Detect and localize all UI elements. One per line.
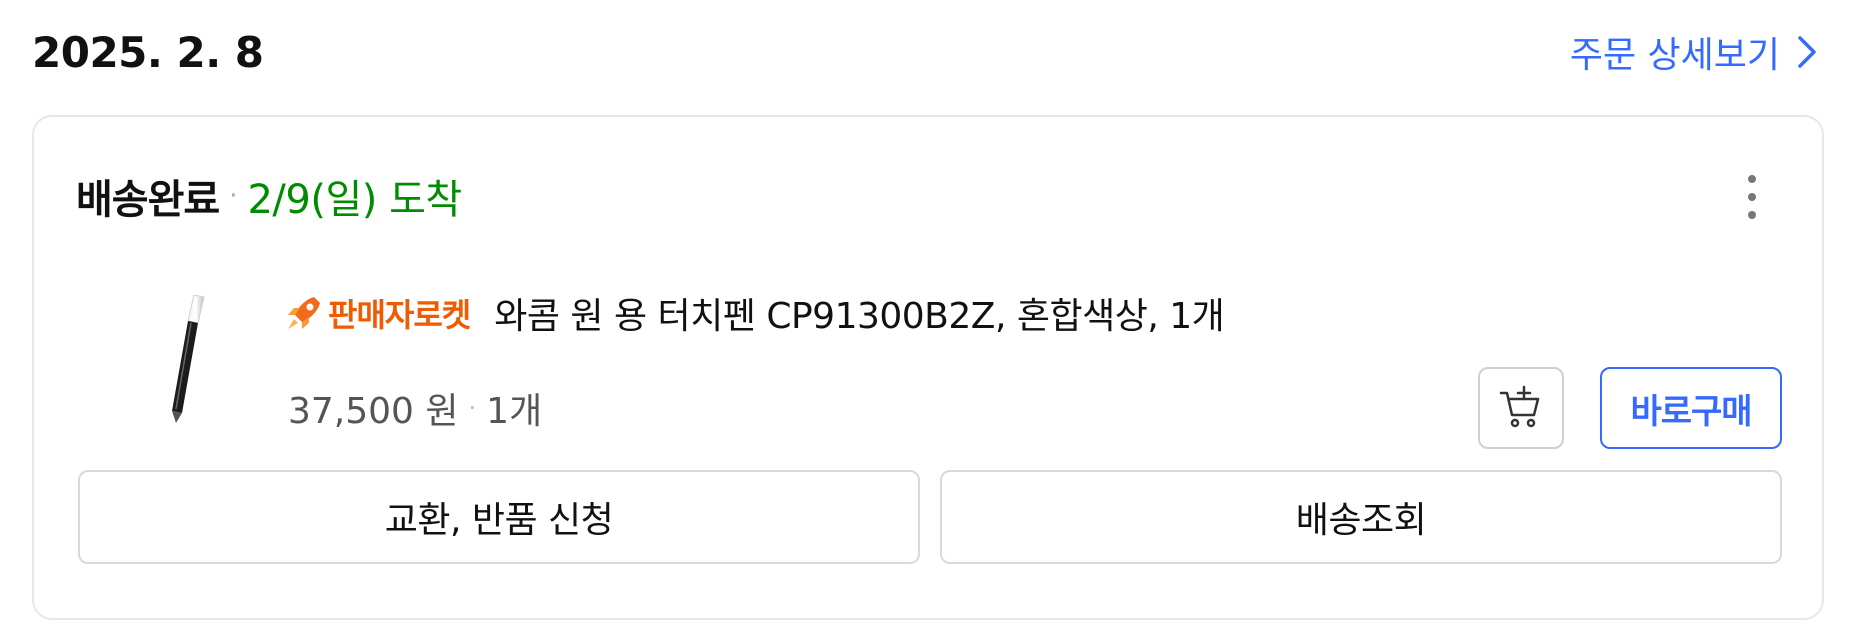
price-row: 37,500 원 · 1개 [288,382,542,434]
more-options-icon[interactable] [1740,175,1764,219]
add-to-cart-icon [1499,385,1540,428]
shipment-status-row: 배송완료 · 2/9(일) 도착 [76,167,462,225]
separator-dot: · [229,181,238,211]
more-dot [1748,175,1756,183]
order-card: 배송완료 · 2/9(일) 도착 판매자로켓 와콤 원 용 터치펜 CP9130… [32,115,1824,620]
order-date: 2025. 2. 8 [32,28,264,77]
stylus-pen-image[interactable] [106,287,218,427]
delivery-tracking-button[interactable]: 배송조회 [940,470,1782,564]
product-quantity: 1개 [486,391,543,432]
product-price: 37,500 원 [288,391,459,432]
product-name[interactable]: 와콤 원 용 터치펜 CP91300B2Z, 혼합색상, 1개 [494,287,1225,339]
buy-now-button[interactable]: 바로구매 [1600,367,1782,449]
arrival-date: 2/9(일) 도착 [247,177,462,223]
seller-rocket-badge: 판매자로켓 [284,290,471,336]
badge-label: 판매자로켓 [328,296,471,334]
product-name-row[interactable]: 판매자로켓 와콤 원 용 터치펜 CP91300B2Z, 혼합색상, 1개 [284,287,1225,339]
chevron-right-icon [1798,36,1816,68]
exchange-return-button[interactable]: 교환, 반품 신청 [78,470,920,564]
rocket-icon [288,297,320,329]
more-dot [1748,193,1756,201]
delivery-status: 배송완료 [76,177,220,223]
add-to-cart-button[interactable] [1478,367,1564,449]
separator-dot: · [468,394,477,422]
order-detail-link[interactable]: 주문 상세보기 [1570,26,1820,78]
order-detail-label: 주문 상세보기 [1569,35,1780,76]
more-dot [1748,211,1756,219]
